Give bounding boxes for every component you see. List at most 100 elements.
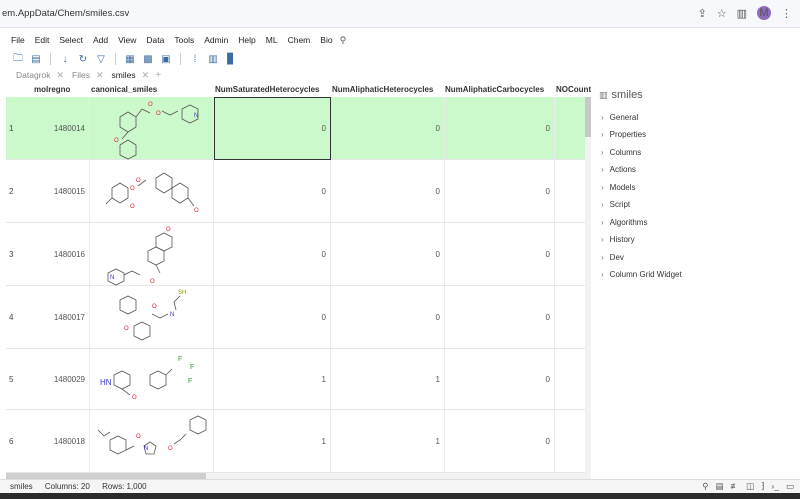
column-header-num-aliphatic-carbocycles[interactable]: NumAliphaticCarbocycles	[445, 83, 555, 97]
split-view-icon[interactable]: ◫	[746, 481, 754, 492]
table-row[interactable]: 6 1480018 O N O 1 1 0	[6, 410, 591, 473]
num-aliphatic-heterocycles-cell[interactable]: 0	[331, 286, 445, 348]
grid-view-icon[interactable]: ▦	[124, 53, 136, 65]
column-header-num-saturated-heterocycles[interactable]: NumSaturatedHeterocycles	[215, 83, 330, 97]
tab-datagrok[interactable]: Datagrok ✕	[12, 69, 68, 81]
panel-section-column-grid-widget[interactable]: › Column Grid Widget	[601, 270, 682, 279]
avatar[interactable]: M	[757, 6, 771, 20]
menu-admin[interactable]: Admin	[199, 34, 233, 46]
column-header-num-aliphatic-heterocycles[interactable]: NumAliphaticHeterocycles	[332, 83, 446, 97]
search-icon[interactable]: ⚲	[338, 35, 347, 46]
code-icon[interactable]: ⁆	[761, 481, 764, 492]
num-saturated-heterocycles-cell[interactable]: 1	[214, 349, 331, 409]
terminal-icon[interactable]: ›_	[771, 481, 779, 492]
data-grid[interactable]: molregno canonical_smiles NumSaturatedHe…	[6, 83, 591, 473]
table-row[interactable]: 4 1480017 SH N O O 0 0 0	[6, 286, 591, 349]
panel-section-history[interactable]: › History	[601, 235, 635, 244]
refresh-icon[interactable]: ↻	[77, 53, 89, 65]
panel-section-columns[interactable]: › Columns	[601, 148, 641, 157]
bar-chart-icon[interactable]: ▊	[225, 53, 237, 65]
menu-select[interactable]: Select	[54, 34, 88, 46]
panel-section-general[interactable]: › General	[601, 113, 638, 122]
menu-view[interactable]: View	[113, 34, 141, 46]
num-saturated-heterocycles-cell[interactable]: 1	[214, 410, 331, 472]
menu-help[interactable]: Help	[233, 34, 260, 46]
num-aliphatic-carbocycles-cell[interactable]: 0	[445, 97, 555, 159]
settings-sliders-icon[interactable]: ≢	[731, 481, 740, 492]
menu-tools[interactable]: Tools	[169, 34, 199, 46]
num-aliphatic-carbocycles-cell[interactable]: 0	[445, 410, 555, 472]
num-aliphatic-heterocycles-cell[interactable]: 0	[331, 160, 445, 222]
smiles-cell[interactable]: O O N	[90, 223, 214, 286]
download-icon[interactable]: ↓	[59, 53, 71, 65]
chart-icon[interactable]: ▥	[207, 53, 219, 65]
smiles-cell[interactable]: O O O N	[90, 97, 214, 160]
table-row[interactable]: 2 1480015 O O O O 0 0 0	[6, 160, 591, 223]
num-aliphatic-heterocycles-cell[interactable]: 0	[331, 97, 445, 159]
molregno-cell[interactable]: 1480017	[34, 286, 90, 348]
panel-section-algorithms[interactable]: › Algorithms	[601, 218, 647, 227]
menu-chem[interactable]: Chem	[283, 34, 316, 46]
side-panel-icon[interactable]: ▥	[737, 7, 747, 20]
form-view-icon[interactable]: ▩	[142, 53, 154, 65]
molregno-cell[interactable]: 1480015	[34, 160, 90, 222]
molregno-cell[interactable]: 1480018	[34, 410, 90, 472]
table-row[interactable]: 5 1480029 HN O F F F 1 1 0	[6, 349, 591, 410]
presentation-icon[interactable]: ▭	[786, 481, 794, 492]
num-aliphatic-heterocycles-cell[interactable]: 0	[331, 223, 445, 285]
filter-icon[interactable]: ▽	[95, 53, 107, 65]
layout-icon[interactable]: ▣	[160, 53, 172, 65]
column-header-canonical-smiles[interactable]: canonical_smiles	[91, 83, 211, 97]
num-aliphatic-heterocycles-cell[interactable]: 1	[331, 349, 445, 409]
panel-section-models[interactable]: › Models	[601, 183, 635, 192]
num-aliphatic-carbocycles-cell[interactable]: 0	[445, 349, 555, 409]
status-table-name[interactable]: smiles	[10, 482, 33, 491]
num-aliphatic-carbocycles-cell[interactable]: 0	[445, 160, 555, 222]
panel-section-script[interactable]: › Script	[601, 200, 630, 209]
share-icon[interactable]: ⇪	[698, 7, 707, 20]
table-row[interactable]: 1 1480014 O O O N 0 0 0	[6, 97, 591, 160]
num-aliphatic-carbocycles-cell[interactable]: 0	[445, 223, 555, 285]
columns-icon[interactable]: ⁞	[189, 53, 201, 65]
num-saturated-heterocycles-cell[interactable]: 0	[214, 286, 331, 348]
smiles-cell[interactable]: O O O O	[90, 160, 214, 222]
vertical-scrollbar-thumb[interactable]	[585, 97, 591, 137]
vertical-scrollbar[interactable]	[585, 97, 591, 473]
tab-smiles[interactable]: smiles ✕	[108, 69, 154, 81]
menu-ml[interactable]: ML	[261, 34, 283, 46]
menu-data[interactable]: Data	[141, 34, 169, 46]
menu-add[interactable]: Add	[88, 34, 113, 46]
panel-section-properties[interactable]: › Properties	[601, 130, 646, 139]
molregno-cell[interactable]: 1480014	[34, 97, 90, 159]
table-view-icon[interactable]: ▤	[716, 481, 724, 492]
address-url[interactable]: em.AppData/Chem/smiles.csv	[0, 8, 129, 19]
menu-bio[interactable]: Bio	[315, 34, 337, 46]
num-aliphatic-heterocycles-cell[interactable]: 1	[331, 410, 445, 472]
num-saturated-heterocycles-cell[interactable]: 0	[214, 160, 331, 222]
column-header-nocount[interactable]: NOCount	[556, 83, 591, 97]
panel-section-actions[interactable]: › Actions	[601, 165, 636, 174]
save-icon[interactable]: ▤	[30, 53, 42, 65]
smiles-cell[interactable]: SH N O O	[90, 286, 214, 348]
tab-files[interactable]: Files ✕	[68, 69, 108, 81]
menu-edit[interactable]: Edit	[30, 34, 55, 46]
smiles-cell[interactable]: HN O F F F	[90, 349, 214, 409]
status-actions: ⚲ ▤ ≢ ◫ ⁆ ›_ ▭	[702, 481, 794, 492]
open-folder-icon[interactable]: 🗀	[12, 53, 24, 65]
num-saturated-heterocycles-cell[interactable]: 0	[214, 223, 331, 285]
search-icon[interactable]: ⚲	[702, 481, 708, 492]
close-icon[interactable]: ✕	[96, 69, 104, 81]
smiles-cell[interactable]: O N O	[90, 410, 214, 472]
close-icon[interactable]: ✕	[57, 69, 65, 81]
molregno-cell[interactable]: 1480016	[34, 223, 90, 285]
panel-section-dev[interactable]: › Dev	[601, 253, 624, 262]
menu-file[interactable]: File	[6, 34, 30, 46]
add-tab-icon[interactable]: +	[153, 70, 161, 81]
num-aliphatic-carbocycles-cell[interactable]: 0	[445, 286, 555, 348]
table-row[interactable]: 3 1480016 O O N 0 0 0	[6, 223, 591, 286]
close-icon[interactable]: ✕	[142, 69, 150, 81]
column-header-molregno[interactable]: molregno	[34, 83, 94, 97]
molregno-cell[interactable]: 1480029	[34, 349, 90, 409]
bookmark-star-icon[interactable]: ☆	[717, 7, 727, 20]
kebab-menu-icon[interactable]: ⋮	[781, 7, 792, 20]
